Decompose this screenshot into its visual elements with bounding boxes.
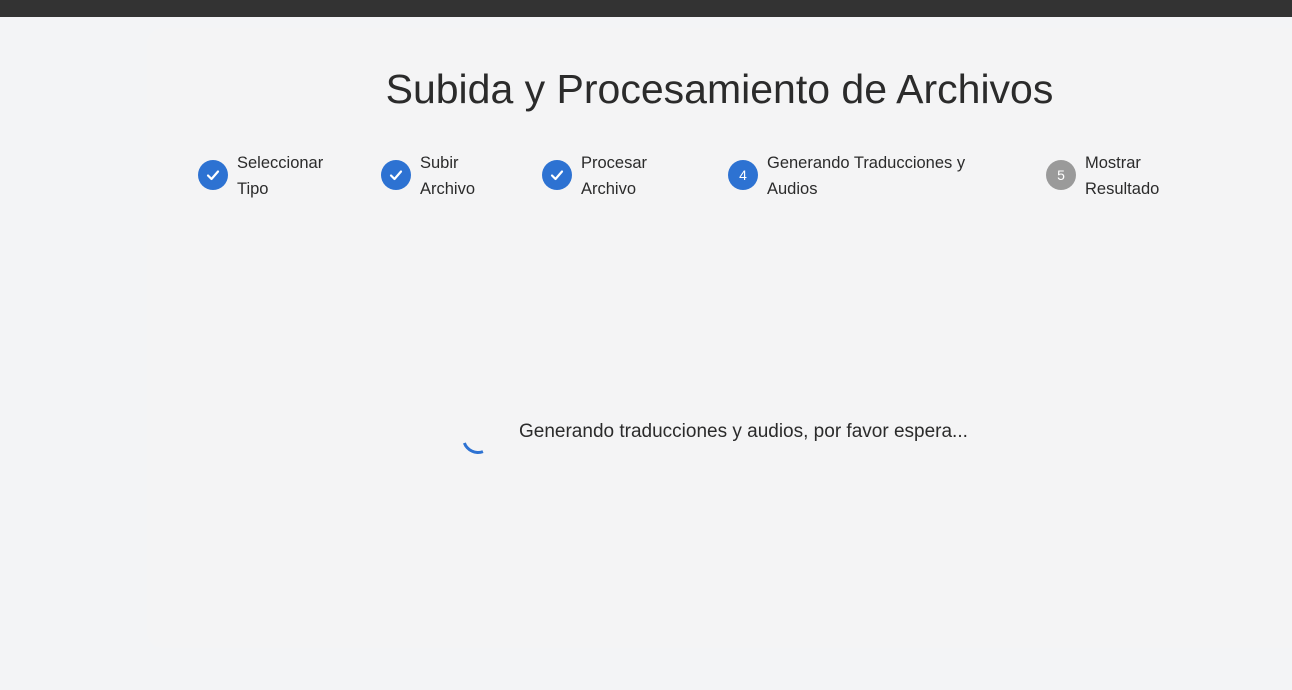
loading-message: Generando traducciones y audios, por fav… xyxy=(519,421,968,442)
step-4-number-badge: 4 xyxy=(728,160,758,190)
browser-top-bar xyxy=(0,0,1292,17)
step-5-label: Mostrar Resultado xyxy=(1085,154,1160,198)
step-3-check-icon xyxy=(542,160,572,190)
step-process-file: Procesar Archivo xyxy=(542,150,647,202)
step-show-result: 5 Mostrar Resultado xyxy=(1046,150,1159,202)
title-container: Subida y Procesamiento de Archivos xyxy=(147,66,1292,113)
step-2-check-icon xyxy=(381,160,411,190)
loading-indicator: Generando traducciones y audios, por fav… xyxy=(456,410,968,460)
step-1-label: Seleccionar Tipo xyxy=(237,154,324,198)
main-card xyxy=(147,28,1292,648)
step-2-label: Subir Archivo xyxy=(420,154,476,198)
step-3-label: Procesar Archivo xyxy=(581,154,648,198)
step-generating-translations: 4 Generando Traducciones y Audios xyxy=(728,150,965,202)
step-5-number-badge: 5 xyxy=(1046,160,1076,190)
step-1-check-icon xyxy=(198,160,228,190)
step-4-label: Generando Traducciones y Audios xyxy=(767,154,966,198)
page-title: Subida y Procesamiento de Archivos xyxy=(385,66,1054,112)
step-select-type: Seleccionar Tipo xyxy=(198,150,323,202)
step-upload-file: Subir Archivo xyxy=(381,150,475,202)
spinner-icon xyxy=(456,416,500,460)
